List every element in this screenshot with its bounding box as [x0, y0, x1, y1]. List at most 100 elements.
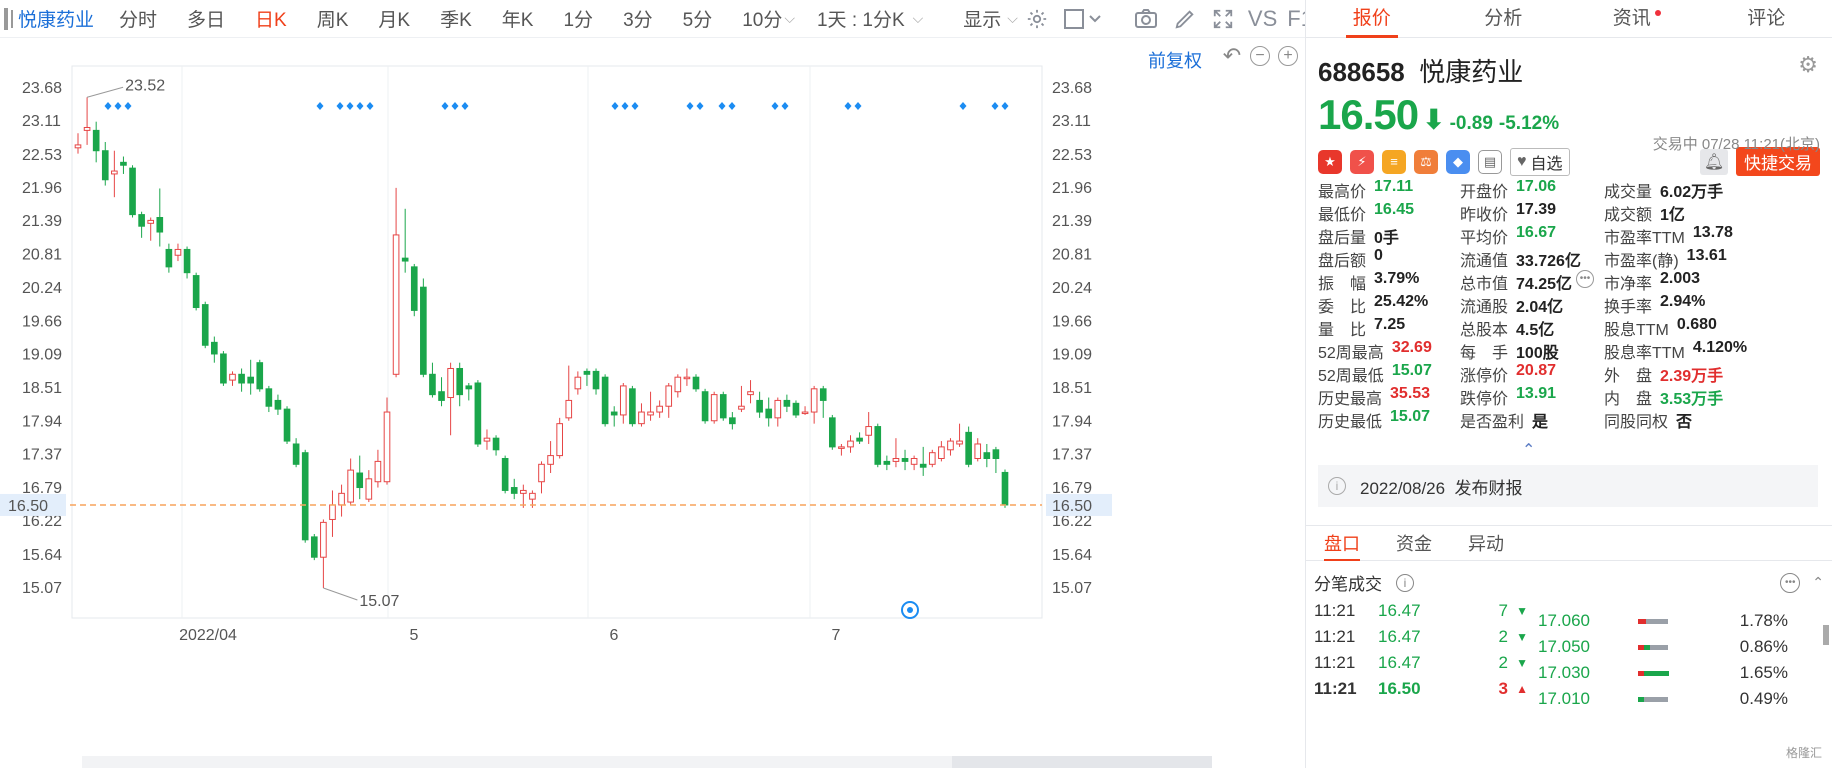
interval-select[interactable]: 1天 : 1分K: [813, 5, 909, 32]
kline-chart-area[interactable]: 2022/04 5 6 7 23.68 23.68 23.11 23.11 22.53 22.53…: [0, 38, 1305, 768]
candle-body: [510, 487, 518, 494]
zoom-out-icon[interactable]: −: [1250, 46, 1270, 66]
candle-body: [347, 469, 354, 503]
quote-cell: 成交额 1亿: [1604, 201, 1828, 225]
orderbook-tabs: 盘口 资金 异动: [1306, 525, 1832, 561]
distribution-percent: 0.86%: [1739, 637, 1788, 656]
fullscreen-expand-icon[interactable]: [1212, 6, 1234, 32]
tab-news[interactable]: 资讯: [1569, 0, 1701, 37]
tab-period-monthly[interactable]: 月K: [365, 5, 427, 32]
more-options-icon[interactable]: •••: [1576, 269, 1595, 288]
collapse-chevron-up-icon[interactable]: ⌃: [1522, 440, 1535, 460]
document-icon[interactable]: ▤: [1478, 149, 1502, 174]
quote-value: 16.45: [1374, 200, 1415, 218]
tab-analysis[interactable]: 分析: [1438, 0, 1570, 37]
candle-body: [183, 248, 191, 274]
period-more-chevron-icon[interactable]: ⌵: [784, 10, 795, 27]
tab-orderbook[interactable]: 盘口: [1306, 526, 1378, 561]
candle-body: [474, 382, 482, 445]
tab-period-10min[interactable]: 10分: [729, 5, 788, 32]
collapse-chevron-up-icon[interactable]: ⌃: [1812, 574, 1824, 591]
y-tick-label-left: 17.37: [22, 446, 62, 463]
quote-value: 17.39: [1516, 200, 1557, 218]
event-marker-icon: [611, 102, 619, 110]
quote-label: 52周最低: [1318, 367, 1384, 385]
stock-name-link[interactable]: 悦康药业: [18, 5, 94, 32]
candle-body: [574, 376, 582, 390]
tick-row: 11:21 16.50 3 ▲: [1314, 676, 1529, 702]
candle-body: [283, 408, 291, 442]
info-icon[interactable]: i: [1396, 573, 1414, 592]
event-marker-icon: [844, 102, 852, 110]
candle-body: [538, 463, 545, 483]
database-stack-icon[interactable]: ≡: [1382, 149, 1406, 174]
kline-chart[interactable]: 2022/04 5 6 7 23.68 23.68 23.11 23.11 22.53 22.53…: [0, 38, 1305, 768]
quote-row: 振 幅 3.79% 总市值 74.25亿 ••• 市净率 2.003: [1318, 269, 1828, 294]
tab-period-daily[interactable]: 日K: [242, 5, 304, 32]
panel-settings-gear-icon[interactable]: ⚙: [1798, 52, 1818, 78]
tab-period-3min[interactable]: 3分: [610, 5, 670, 32]
tab-quote[interactable]: 报价: [1306, 0, 1438, 38]
tab-comments[interactable]: 评论: [1701, 0, 1832, 37]
pencil-draw-icon[interactable]: [1174, 6, 1196, 32]
quote-value: 100股: [1516, 344, 1559, 362]
lightning-icon[interactable]: ⚡: [1350, 149, 1374, 174]
compare-vs-button[interactable]: VS: [1248, 6, 1277, 32]
quote-label: 每 手: [1460, 344, 1509, 362]
candle-body: [856, 437, 863, 442]
layout-square-icon[interactable]: [1063, 6, 1102, 32]
quote-row: 量 比 7.25 总股本 4.5亿 股息TTM 0.680: [1318, 316, 1828, 339]
candle-body: [501, 457, 509, 491]
settings-gear-icon[interactable]: [1026, 6, 1048, 32]
quote-cell: 最高价 17.11: [1318, 178, 1460, 202]
tab-period-multiday[interactable]: 多日: [174, 5, 242, 32]
candle-body: [547, 455, 554, 465]
report-notice-text: 2022/08/26 发布财报: [1360, 478, 1523, 498]
candle-body: [792, 402, 800, 416]
quote-row: 52周最低 15.07 涨停价 20.87 外 盘 2.39万手: [1318, 362, 1828, 385]
y-tick-label-right: 20.81: [1052, 247, 1092, 264]
candle-body: [992, 449, 1000, 459]
scrollbar-thumb[interactable]: [952, 756, 1212, 768]
sidebar-toggle-icon[interactable]: [4, 7, 13, 30]
balance-scale-icon[interactable]: ⚖: [1414, 149, 1438, 174]
tab-period-weekly[interactable]: 周K: [304, 5, 366, 32]
quote-cell: 振 幅 3.79%: [1318, 270, 1460, 294]
candle-body: [656, 405, 663, 413]
china-flag-icon[interactable]: ★: [1318, 149, 1342, 174]
chart-scrollbar[interactable]: [82, 756, 1212, 768]
more-options-icon[interactable]: •••: [1780, 572, 1801, 593]
y-tick-label-left: 21.96: [22, 180, 62, 197]
tab-period-intraday[interactable]: 分时: [106, 5, 174, 32]
tab-period-yearly[interactable]: 年K: [489, 5, 551, 32]
tick-volume: 2: [1498, 653, 1508, 672]
x-tick-label: 2022/04: [179, 627, 237, 644]
display-menu[interactable]: 显示: [949, 5, 1003, 32]
panel-scrollbar[interactable]: [1823, 625, 1829, 645]
camera-icon[interactable]: [1134, 6, 1158, 32]
tab-period-5min[interactable]: 5分: [670, 5, 730, 32]
ticks-header: 分笔成交 i ••• ⌃: [1314, 570, 1824, 595]
add-watchlist-button[interactable]: ♥ 自选: [1510, 147, 1570, 176]
tab-period-1min[interactable]: 1分: [550, 5, 610, 32]
candle-body: [883, 460, 891, 465]
quote-value: 17.11: [1374, 177, 1414, 195]
adjust-mode-button[interactable]: 前复权: [1148, 47, 1202, 73]
quote-label: 成交量: [1604, 183, 1653, 201]
event-marker-icon: [959, 102, 967, 110]
display-chevron-down-icon[interactable]: ⌵: [1007, 10, 1018, 27]
reset-undo-icon[interactable]: ↶: [1222, 45, 1242, 67]
tab-anomaly[interactable]: 异动: [1450, 526, 1522, 560]
tick-price: 16.47: [1378, 653, 1421, 672]
tab-period-quarterly[interactable]: 季K: [427, 5, 489, 32]
quote-cell: 股息TTM 0.680: [1604, 316, 1828, 340]
tag-icon[interactable]: ◆: [1446, 149, 1470, 174]
zoom-in-icon[interactable]: +: [1278, 46, 1298, 66]
candle-body: [910, 457, 918, 465]
tab-fund-flow[interactable]: 资金: [1378, 526, 1450, 560]
distribution-row: 17.030 1.65%: [1538, 660, 1823, 686]
candle-body: [610, 411, 618, 416]
news-dot-icon: [1654, 10, 1661, 16]
quote-label: 最高价: [1318, 183, 1367, 201]
interval-chevron-down-icon[interactable]: ⌵: [913, 10, 924, 27]
